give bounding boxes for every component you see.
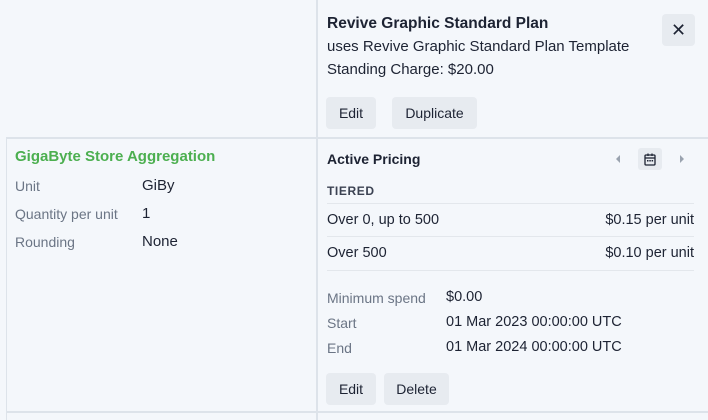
plan-duplicate-button[interactable]: Duplicate [392,97,477,129]
start-label: Start [327,315,357,331]
calendar-icon[interactable] [638,148,662,170]
chevron-right-icon[interactable] [670,148,694,170]
pricing-edit-button[interactable]: Edit [326,373,376,405]
bottom-row-divider [6,411,708,413]
tier-range: Over 0, up to 500 [327,212,440,228]
rounding-label: Rounding [15,234,75,250]
left-border [6,138,7,420]
close-button[interactable]: ✕ [662,14,695,46]
row-divider [6,137,708,139]
plan-template: uses Revive Graphic Standard Plan Templa… [327,38,630,55]
pricing-delete-button[interactable]: Delete [384,373,449,405]
tier-row: Over 500 $0.10 per unit [327,237,694,269]
end-value: 01 Mar 2024 00:00:00 UTC [446,339,622,355]
close-icon: ✕ [670,19,687,40]
tier-range: Over 500 [327,245,387,261]
active-pricing-title: Active Pricing [327,151,421,167]
plan-edit-button[interactable]: Edit [326,97,376,129]
tier-price: $0.10 per unit [605,245,694,261]
rounding-value: None [142,233,178,250]
tier-price: $0.15 per unit [605,212,694,228]
end-label: End [327,340,352,356]
tier-row: Over 0, up to 500 $0.15 per unit [327,204,694,236]
start-value: 01 Mar 2023 00:00:00 UTC [446,314,622,330]
quantity-per-unit-value: 1 [142,205,151,222]
unit-label: Unit [15,178,40,194]
chevron-left-icon[interactable] [606,148,630,170]
quantity-per-unit-label: Quantity per unit [15,206,118,222]
minimum-spend-value: $0.00 [446,289,483,305]
unit-value: GiBy [142,177,175,194]
plan-title: Revive Graphic Standard Plan [327,15,549,32]
plan-standing-charge: Standing Charge: $20.00 [327,61,494,78]
column-divider [316,0,318,420]
component-title[interactable]: GigaByte Store Aggregation [15,148,215,165]
tier-type-label: TIERED [327,184,375,198]
plan-header: Revive Graphic Standard Plan uses Revive… [327,14,697,80]
tier-divider [327,270,694,271]
minimum-spend-label: Minimum spend [327,290,426,306]
